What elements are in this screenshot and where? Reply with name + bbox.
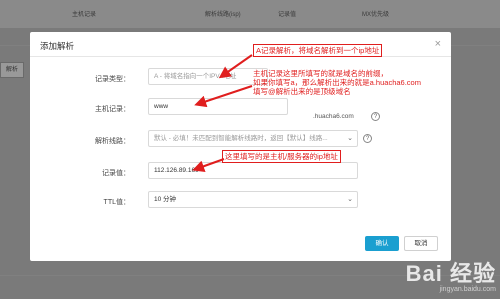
line-select[interactable]: 默认 - 必填！未匹配到智能解析线路时，返回【默认】线路... ⌄ (148, 130, 358, 147)
domain-suffix: .huacha6.com (313, 113, 354, 120)
record-value-note: 这里填写的是主机/服务器的ip地址 (222, 150, 341, 163)
background-resolve-button: 解析 (0, 62, 24, 78)
column-value: 记录值 (278, 12, 297, 18)
table-header: 主机记录 解析线路(isp) 记录值 MX优先级 (0, 0, 500, 28)
ttl-select[interactable]: 10 分钟 ⌄ (148, 191, 358, 208)
host-label: 主机记录： (95, 106, 130, 113)
record-type-label: 记录类型： (95, 76, 130, 83)
ttl-label: TTL值： (103, 199, 130, 206)
line-value: 默认 - 必填！未匹配到智能解析线路时，返回【默认】线路... (154, 135, 328, 142)
watermark-logo: Bai 经验 (405, 261, 496, 286)
close-icon[interactable]: × (435, 38, 441, 50)
ttl-value: 10 分钟 (154, 196, 177, 203)
dialog-divider (30, 56, 451, 57)
help-icon[interactable]: ? (363, 134, 372, 143)
record-type-value: A - 将域名指向一个IPV4地址 (154, 73, 237, 80)
column-line: 解析线路(isp) (205, 12, 241, 18)
record-value-text: 112.126.89.169 (154, 167, 199, 174)
record-value-label: 记录值： (102, 170, 130, 177)
host-input[interactable]: www (148, 98, 288, 115)
chevron-down-icon: ⌄ (347, 135, 353, 142)
host-note: 主机记录这里所填写的就是域名的前缀， 如果你填写a，那么解析出来的就是a.hua… (253, 69, 421, 96)
watermark-url: jingyan.baidu.com (439, 286, 496, 293)
a-record-note: A记录解析，将域名解析到一个ip地址 (253, 44, 383, 57)
host-value: www (154, 103, 169, 110)
help-icon[interactable]: ? (371, 112, 380, 121)
cancel-button[interactable]: 取消 (404, 236, 438, 251)
add-record-dialog: 添加解析 × 记录类型： A - 将域名指向一个IPV4地址 主机记录： www… (30, 32, 451, 261)
host-note-line: 填写@解析出来的是顶级域名 (253, 87, 351, 96)
column-host: 主机记录 (72, 12, 97, 18)
record-value-input[interactable]: 112.126.89.169 (148, 162, 358, 179)
host-note-line: 主机记录这里所填写的就是域名的前缀， (253, 69, 388, 78)
confirm-button[interactable]: 确认 (365, 236, 399, 251)
line-label: 解析线路： (95, 138, 130, 145)
dialog-title: 添加解析 (40, 41, 75, 51)
host-note-line: 如果你填写a，那么解析出来的就是a.huacha6.com (253, 78, 421, 87)
record-type-select[interactable]: A - 将域名指向一个IPV4地址 (148, 68, 268, 85)
chevron-down-icon: ⌄ (347, 196, 353, 203)
watermark: Bai 经验 jingyan.baidu.com (405, 261, 496, 294)
column-mx: MX优先级 (362, 12, 390, 18)
